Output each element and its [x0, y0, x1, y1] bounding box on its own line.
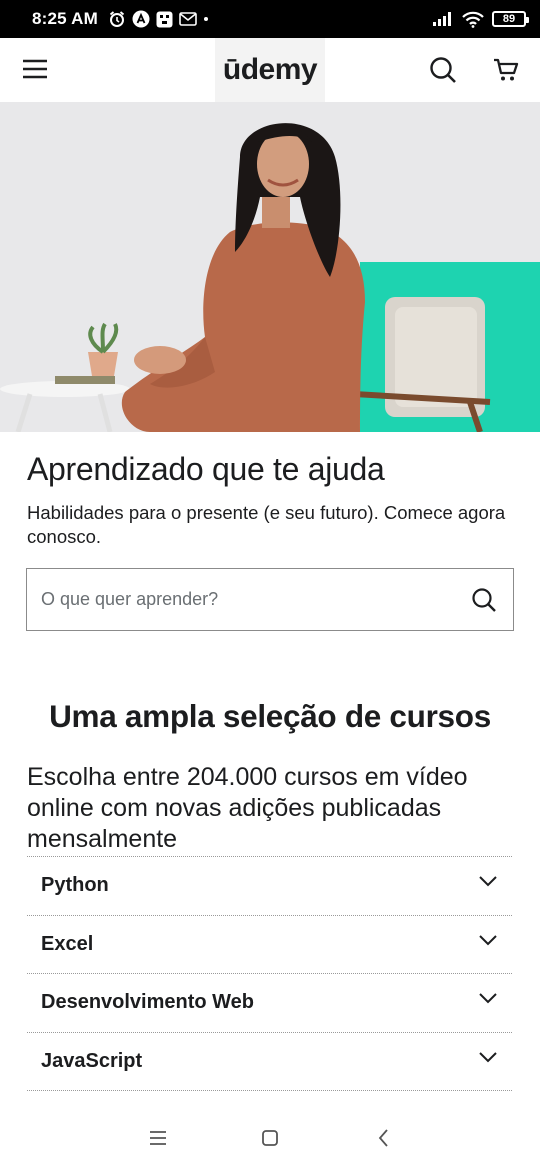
recents-icon[interactable]: [146, 1126, 170, 1150]
topic-label: Python: [41, 874, 109, 897]
chevron-down-icon: [478, 989, 498, 1009]
dot-icon: [203, 16, 209, 22]
chevron-down-icon: [478, 1047, 498, 1067]
battery-level: 89: [502, 13, 516, 25]
status-notification-icons: [108, 10, 209, 28]
signal-icon: [432, 11, 454, 27]
back-icon[interactable]: [372, 1126, 396, 1150]
search-icon[interactable]: [429, 56, 457, 84]
search-submit-icon[interactable]: [469, 585, 499, 615]
a-badge-icon: [132, 10, 150, 28]
status-bar: 8:25 AM 89: [0, 0, 540, 38]
topic-list: Python Excel Desenvolvimento Web JavaScr…: [27, 856, 512, 1091]
alarm-icon: [108, 10, 126, 28]
topic-label: Excel: [41, 932, 94, 955]
topic-item-javascript[interactable]: JavaScript: [27, 1033, 512, 1091]
logo-text: ūdemy: [222, 53, 318, 86]
section-description: Escolha entre 204.000 cursos em vídeo on…: [27, 763, 468, 853]
system-nav-bar: [0, 1110, 540, 1170]
chevron-down-icon: [478, 930, 498, 950]
wifi-icon: [462, 11, 484, 28]
search-input[interactable]: [41, 589, 469, 610]
app-badge-icon: [156, 11, 173, 28]
topic-item-web-development[interactable]: Desenvolvimento Web: [27, 974, 512, 1033]
udemy-logo[interactable]: ūdemy: [215, 38, 325, 102]
page-headline: Aprendizado que te ajuda: [27, 451, 385, 487]
section-title: Uma ampla seleção de cursos: [49, 698, 491, 734]
cart-icon[interactable]: [492, 57, 520, 83]
status-system-icons: 89: [432, 11, 529, 28]
app-header: ūdemy: [0, 38, 540, 102]
hamburger-menu-icon[interactable]: [22, 58, 48, 80]
hero-image: [0, 102, 540, 432]
search-bar: [26, 568, 514, 631]
topic-label: Desenvolvimento Web: [41, 991, 255, 1014]
hero-illustration: [0, 102, 540, 432]
status-time: 8:25 AM: [32, 9, 98, 28]
topic-label: JavaScript: [41, 1049, 143, 1072]
page-subheading: Habilidades para o presente (e seu futur…: [27, 502, 506, 547]
home-icon[interactable]: [258, 1126, 282, 1150]
battery-icon: 89: [492, 11, 529, 27]
topic-item-excel[interactable]: Excel: [27, 916, 512, 974]
topic-item-python[interactable]: Python: [27, 857, 512, 916]
chevron-down-icon: [478, 872, 498, 892]
mail-icon: [179, 12, 197, 26]
